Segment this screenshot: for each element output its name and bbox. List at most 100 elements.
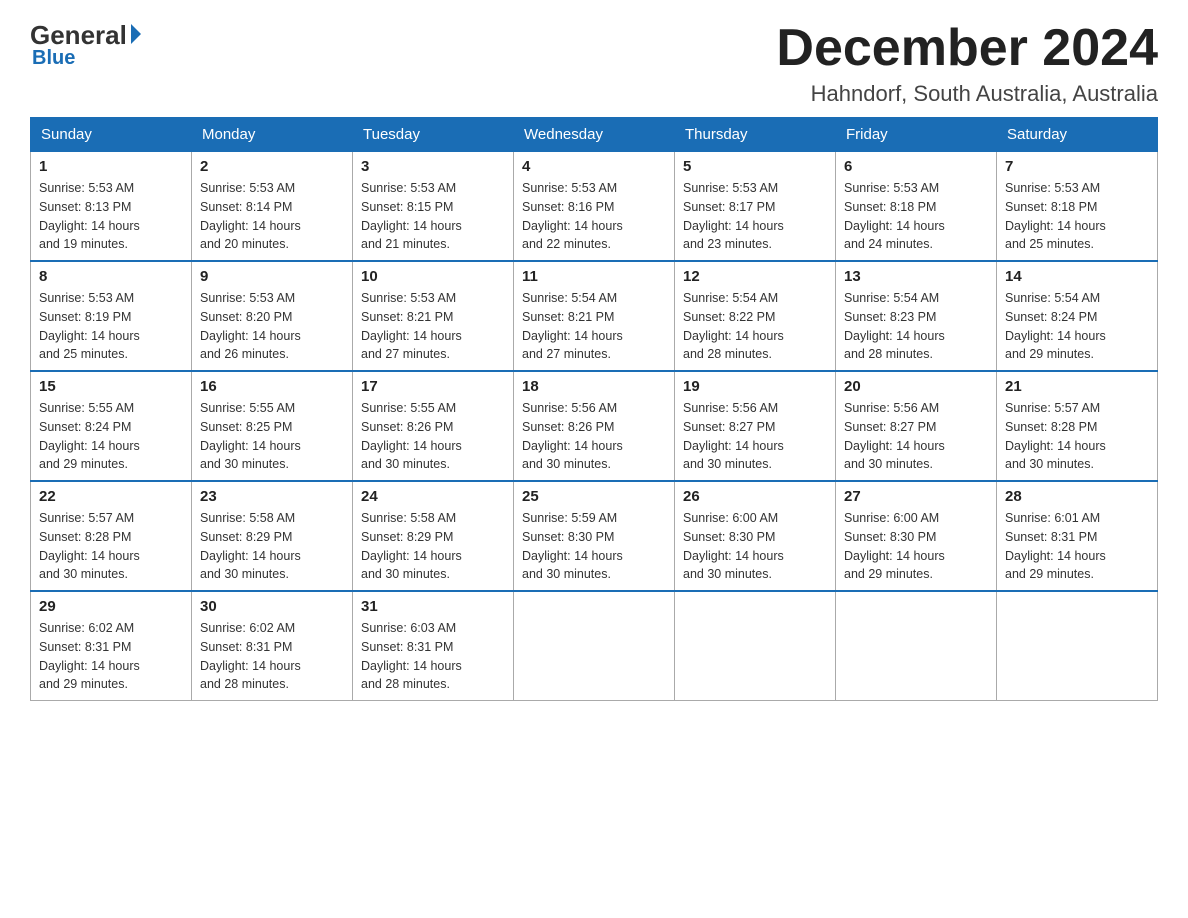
day-number: 17 xyxy=(361,378,505,395)
calendar-cell: 3 Sunrise: 5:53 AM Sunset: 8:15 PM Dayli… xyxy=(353,152,514,262)
day-number: 18 xyxy=(522,378,666,395)
day-number: 5 xyxy=(683,158,827,175)
header-thursday: Thursday xyxy=(675,118,836,152)
day-info: Sunrise: 5:53 AM Sunset: 8:16 PM Dayligh… xyxy=(522,179,666,254)
day-info: Sunrise: 5:53 AM Sunset: 8:21 PM Dayligh… xyxy=(361,289,505,364)
calendar-cell: 2 Sunrise: 5:53 AM Sunset: 8:14 PM Dayli… xyxy=(192,152,353,262)
logo-blue-text: Blue xyxy=(32,47,75,70)
day-number: 6 xyxy=(844,158,988,175)
day-info: Sunrise: 5:54 AM Sunset: 8:22 PM Dayligh… xyxy=(683,289,827,364)
day-info: Sunrise: 6:02 AM Sunset: 8:31 PM Dayligh… xyxy=(200,619,344,694)
header-wednesday: Wednesday xyxy=(514,118,675,152)
calendar-cell xyxy=(675,591,836,701)
day-number: 24 xyxy=(361,488,505,505)
day-number: 2 xyxy=(200,158,344,175)
day-info: Sunrise: 5:53 AM Sunset: 8:13 PM Dayligh… xyxy=(39,179,183,254)
day-info: Sunrise: 5:57 AM Sunset: 8:28 PM Dayligh… xyxy=(39,509,183,584)
calendar-cell: 21 Sunrise: 5:57 AM Sunset: 8:28 PM Dayl… xyxy=(997,371,1158,481)
calendar-cell: 12 Sunrise: 5:54 AM Sunset: 8:22 PM Dayl… xyxy=(675,261,836,371)
calendar-cell: 20 Sunrise: 5:56 AM Sunset: 8:27 PM Dayl… xyxy=(836,371,997,481)
calendar-cell: 17 Sunrise: 5:55 AM Sunset: 8:26 PM Dayl… xyxy=(353,371,514,481)
day-info: Sunrise: 6:01 AM Sunset: 8:31 PM Dayligh… xyxy=(1005,509,1149,584)
day-info: Sunrise: 5:55 AM Sunset: 8:25 PM Dayligh… xyxy=(200,399,344,474)
header-friday: Friday xyxy=(836,118,997,152)
day-info: Sunrise: 5:58 AM Sunset: 8:29 PM Dayligh… xyxy=(361,509,505,584)
day-number: 14 xyxy=(1005,268,1149,285)
header-tuesday: Tuesday xyxy=(353,118,514,152)
day-number: 4 xyxy=(522,158,666,175)
calendar-cell: 13 Sunrise: 5:54 AM Sunset: 8:23 PM Dayl… xyxy=(836,261,997,371)
day-number: 20 xyxy=(844,378,988,395)
day-info: Sunrise: 5:54 AM Sunset: 8:23 PM Dayligh… xyxy=(844,289,988,364)
calendar-week-row: 8 Sunrise: 5:53 AM Sunset: 8:19 PM Dayli… xyxy=(31,261,1158,371)
calendar-cell: 30 Sunrise: 6:02 AM Sunset: 8:31 PM Dayl… xyxy=(192,591,353,701)
calendar-cell: 8 Sunrise: 5:53 AM Sunset: 8:19 PM Dayli… xyxy=(31,261,192,371)
day-number: 11 xyxy=(522,268,666,285)
calendar-cell: 18 Sunrise: 5:56 AM Sunset: 8:26 PM Dayl… xyxy=(514,371,675,481)
day-number: 10 xyxy=(361,268,505,285)
logo-triangle-icon xyxy=(131,24,141,44)
calendar-week-row: 1 Sunrise: 5:53 AM Sunset: 8:13 PM Dayli… xyxy=(31,152,1158,262)
day-info: Sunrise: 5:56 AM Sunset: 8:26 PM Dayligh… xyxy=(522,399,666,474)
calendar-cell: 10 Sunrise: 5:53 AM Sunset: 8:21 PM Dayl… xyxy=(353,261,514,371)
day-number: 25 xyxy=(522,488,666,505)
day-number: 31 xyxy=(361,598,505,615)
day-info: Sunrise: 5:54 AM Sunset: 8:24 PM Dayligh… xyxy=(1005,289,1149,364)
day-info: Sunrise: 5:53 AM Sunset: 8:18 PM Dayligh… xyxy=(844,179,988,254)
header-saturday: Saturday xyxy=(997,118,1158,152)
calendar-cell xyxy=(836,591,997,701)
day-number: 9 xyxy=(200,268,344,285)
calendar-cell: 1 Sunrise: 5:53 AM Sunset: 8:13 PM Dayli… xyxy=(31,152,192,262)
location-title: Hahndorf, South Australia, Australia xyxy=(776,81,1158,107)
day-number: 13 xyxy=(844,268,988,285)
day-info: Sunrise: 5:53 AM Sunset: 8:19 PM Dayligh… xyxy=(39,289,183,364)
day-number: 19 xyxy=(683,378,827,395)
title-section: December 2024 Hahndorf, South Australia,… xyxy=(776,20,1158,107)
day-info: Sunrise: 5:53 AM Sunset: 8:17 PM Dayligh… xyxy=(683,179,827,254)
day-info: Sunrise: 5:53 AM Sunset: 8:14 PM Dayligh… xyxy=(200,179,344,254)
calendar-table: Sunday Monday Tuesday Wednesday Thursday… xyxy=(30,117,1158,701)
month-title: December 2024 xyxy=(776,20,1158,77)
day-info: Sunrise: 5:53 AM Sunset: 8:20 PM Dayligh… xyxy=(200,289,344,364)
calendar-week-row: 22 Sunrise: 5:57 AM Sunset: 8:28 PM Dayl… xyxy=(31,481,1158,591)
day-number: 8 xyxy=(39,268,183,285)
calendar-cell: 19 Sunrise: 5:56 AM Sunset: 8:27 PM Dayl… xyxy=(675,371,836,481)
calendar-cell: 11 Sunrise: 5:54 AM Sunset: 8:21 PM Dayl… xyxy=(514,261,675,371)
calendar-cell: 26 Sunrise: 6:00 AM Sunset: 8:30 PM Dayl… xyxy=(675,481,836,591)
calendar-cell: 6 Sunrise: 5:53 AM Sunset: 8:18 PM Dayli… xyxy=(836,152,997,262)
calendar-cell: 23 Sunrise: 5:58 AM Sunset: 8:29 PM Dayl… xyxy=(192,481,353,591)
calendar-cell xyxy=(997,591,1158,701)
calendar-cell: 29 Sunrise: 6:02 AM Sunset: 8:31 PM Dayl… xyxy=(31,591,192,701)
calendar-cell: 25 Sunrise: 5:59 AM Sunset: 8:30 PM Dayl… xyxy=(514,481,675,591)
day-number: 27 xyxy=(844,488,988,505)
logo: General Blue xyxy=(30,20,141,70)
day-info: Sunrise: 6:02 AM Sunset: 8:31 PM Dayligh… xyxy=(39,619,183,694)
weekday-header-row: Sunday Monday Tuesday Wednesday Thursday… xyxy=(31,118,1158,152)
day-info: Sunrise: 5:54 AM Sunset: 8:21 PM Dayligh… xyxy=(522,289,666,364)
day-info: Sunrise: 5:57 AM Sunset: 8:28 PM Dayligh… xyxy=(1005,399,1149,474)
header-sunday: Sunday xyxy=(31,118,192,152)
day-number: 21 xyxy=(1005,378,1149,395)
day-number: 29 xyxy=(39,598,183,615)
day-number: 16 xyxy=(200,378,344,395)
calendar-cell: 16 Sunrise: 5:55 AM Sunset: 8:25 PM Dayl… xyxy=(192,371,353,481)
day-info: Sunrise: 6:00 AM Sunset: 8:30 PM Dayligh… xyxy=(844,509,988,584)
day-info: Sunrise: 5:59 AM Sunset: 8:30 PM Dayligh… xyxy=(522,509,666,584)
calendar-cell: 22 Sunrise: 5:57 AM Sunset: 8:28 PM Dayl… xyxy=(31,481,192,591)
day-info: Sunrise: 5:55 AM Sunset: 8:24 PM Dayligh… xyxy=(39,399,183,474)
calendar-cell: 24 Sunrise: 5:58 AM Sunset: 8:29 PM Dayl… xyxy=(353,481,514,591)
calendar-cell: 15 Sunrise: 5:55 AM Sunset: 8:24 PM Dayl… xyxy=(31,371,192,481)
day-info: Sunrise: 5:53 AM Sunset: 8:18 PM Dayligh… xyxy=(1005,179,1149,254)
calendar-cell xyxy=(514,591,675,701)
day-number: 28 xyxy=(1005,488,1149,505)
day-info: Sunrise: 5:56 AM Sunset: 8:27 PM Dayligh… xyxy=(683,399,827,474)
calendar-cell: 31 Sunrise: 6:03 AM Sunset: 8:31 PM Dayl… xyxy=(353,591,514,701)
day-number: 30 xyxy=(200,598,344,615)
calendar-cell: 14 Sunrise: 5:54 AM Sunset: 8:24 PM Dayl… xyxy=(997,261,1158,371)
calendar-cell: 28 Sunrise: 6:01 AM Sunset: 8:31 PM Dayl… xyxy=(997,481,1158,591)
calendar-cell: 27 Sunrise: 6:00 AM Sunset: 8:30 PM Dayl… xyxy=(836,481,997,591)
day-number: 3 xyxy=(361,158,505,175)
calendar-week-row: 29 Sunrise: 6:02 AM Sunset: 8:31 PM Dayl… xyxy=(31,591,1158,701)
day-number: 1 xyxy=(39,158,183,175)
day-info: Sunrise: 6:03 AM Sunset: 8:31 PM Dayligh… xyxy=(361,619,505,694)
